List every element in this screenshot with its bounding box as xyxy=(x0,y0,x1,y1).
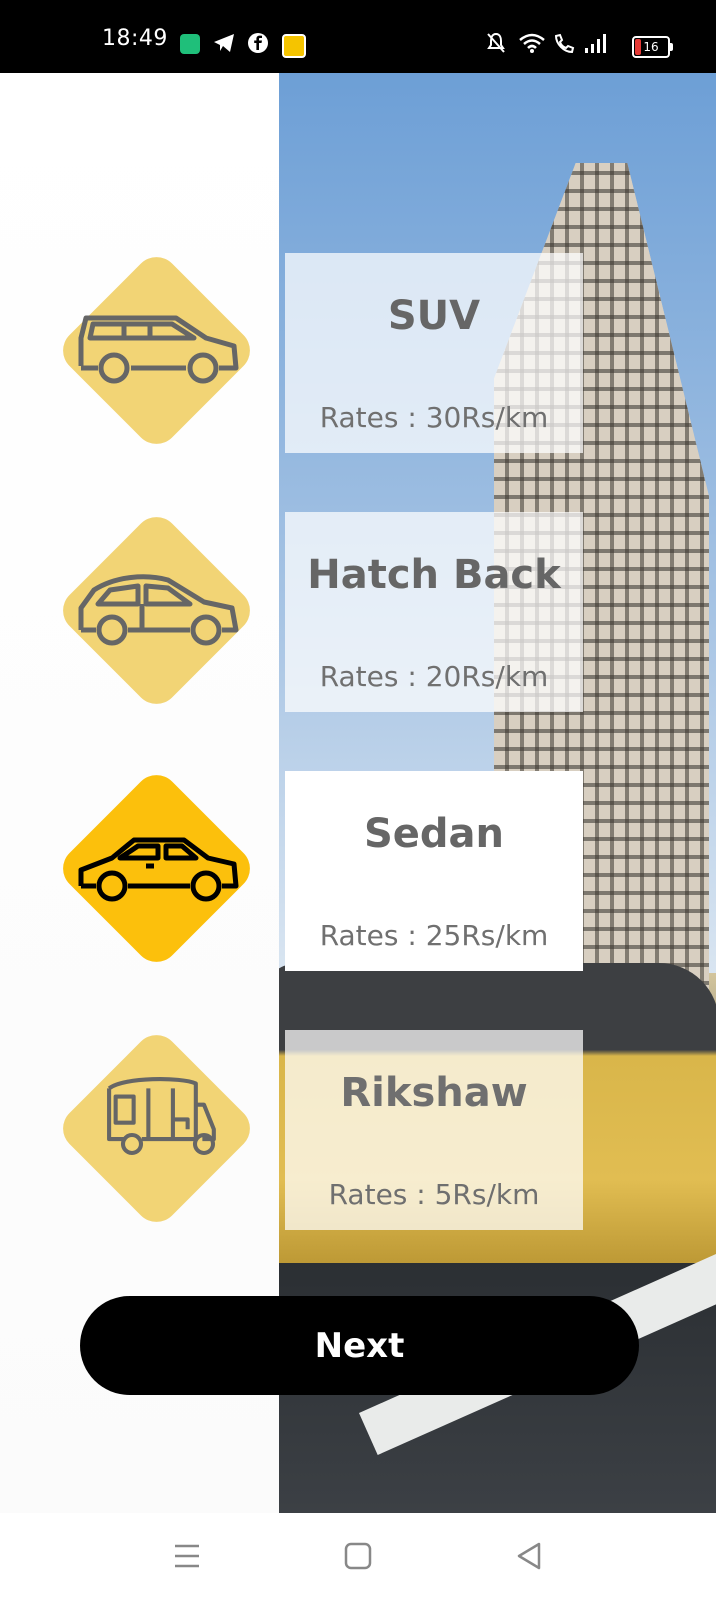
home-icon[interactable] xyxy=(340,1538,376,1574)
vehicle-name: SUV xyxy=(387,293,481,339)
battery-icon: 16 xyxy=(632,36,673,58)
vehicle-name: Rikshaw xyxy=(340,1070,528,1116)
menu-icon[interactable] xyxy=(169,1538,205,1574)
next-button[interactable]: Next xyxy=(80,1296,639,1395)
vehicle-card-rikshaw[interactable]: Rikshaw Rates : 5Rs/km xyxy=(285,1030,583,1230)
telegram-icon xyxy=(214,34,234,52)
battery-level-text: 16 xyxy=(643,40,659,54)
mute-icon xyxy=(487,32,505,53)
vehicle-name: Hatch Back xyxy=(307,552,561,598)
battery-level xyxy=(635,39,641,55)
signal-icon xyxy=(585,34,606,53)
vehicle-card-suv[interactable]: SUV Rates : 30Rs/km xyxy=(285,253,583,453)
status-time: 18:49 xyxy=(102,26,168,51)
vehicle-name: Sedan xyxy=(363,811,505,857)
vehicle-card-hatchback[interactable]: Hatch Back Rates : 20Rs/km xyxy=(285,512,583,712)
facebook-icon xyxy=(248,33,268,53)
notification-app-icon xyxy=(282,34,306,58)
wifi-call-icon xyxy=(554,33,575,54)
vehicle-card-sedan[interactable]: Sedan Rates : 25Rs/km xyxy=(285,771,583,971)
suv-icon[interactable] xyxy=(76,306,242,396)
hatchback-icon[interactable] xyxy=(76,568,242,658)
vehicle-rate: Rates : 5Rs/km xyxy=(328,1178,540,1211)
wifi-icon xyxy=(519,33,545,53)
vehicle-rate: Rates : 20Rs/km xyxy=(319,660,549,693)
vehicle-rate: Rates : 25Rs/km xyxy=(319,919,549,952)
sedan-icon[interactable] xyxy=(76,826,242,916)
status-bar: 18:49 16 xyxy=(0,0,716,73)
vehicle-rate: Rates : 30Rs/km xyxy=(319,401,549,434)
back-icon[interactable] xyxy=(511,1538,547,1574)
battery-saver-app-icon xyxy=(180,34,200,54)
rikshaw-icon[interactable] xyxy=(76,1072,242,1162)
